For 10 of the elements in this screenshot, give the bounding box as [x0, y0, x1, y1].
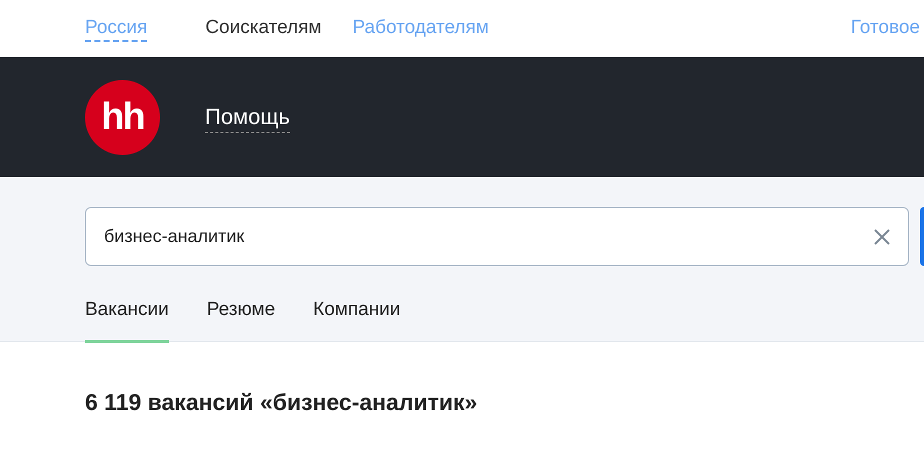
close-icon[interactable] [874, 228, 890, 244]
results-heading: 6 119 вакансий «бизнес-аналитик» [85, 388, 478, 417]
logo[interactable]: hh [85, 80, 160, 154]
nav-link[interactable]: Соискателям [205, 14, 322, 43]
search-button[interactable] [920, 207, 924, 266]
tab[interactable]: Резюме [206, 296, 276, 342]
help-link[interactable]: Помощь [205, 102, 290, 132]
search-field[interactable]: бизнес-аналитик [85, 207, 909, 266]
tab[interactable]: Вакансии [85, 296, 169, 342]
tab[interactable]: Компании [313, 296, 400, 342]
